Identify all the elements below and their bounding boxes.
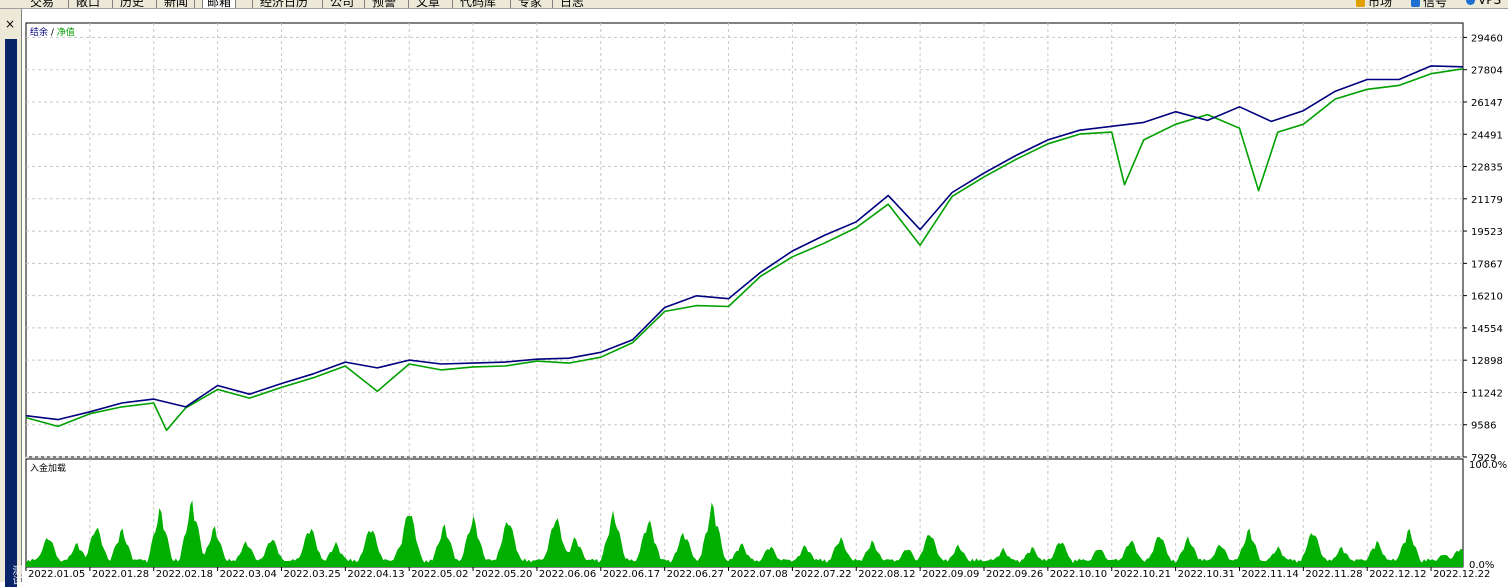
x-tick-label: 2022.05.02 (411, 569, 468, 580)
bag-icon (1356, 0, 1365, 7)
x-tick-label: 2022.05.20 (475, 569, 532, 580)
y-tick-label: 9586 (1471, 421, 1496, 432)
tab-separator (322, 0, 323, 8)
side-panel-label: 测试 (10, 565, 21, 585)
tester-panel-handle[interactable]: 测试 (5, 39, 21, 587)
chart-area: 29460 27804 26147 24491 22835 21179 19523 17867… (22, 20, 1508, 586)
x-tick-label: 2022.03.25 (283, 569, 340, 580)
signal-icon (1411, 0, 1420, 7)
y-tick-label: 14554 (1471, 324, 1503, 335)
tab-2[interactable]: 历史 (120, 0, 144, 8)
x-tick-label: 2022.06.06 (539, 569, 596, 580)
tab-separator (452, 0, 453, 8)
sub-chart-title: 入金加载 (30, 462, 66, 474)
chart-legend: 结余 / 净值 (30, 26, 75, 38)
tab-10[interactable]: 专家 (518, 0, 542, 8)
legend-item-balance: 结余 (30, 26, 48, 38)
x-tick-label: 2022.03.04 (220, 569, 277, 580)
tab-6[interactable]: 公司 (330, 0, 354, 8)
x-tick-label: 2022.12.12 (1369, 569, 1426, 580)
terminal-tab-bar: 交易 敞口 历史 新闻 邮箱 经济日历 公司 预警 文章 代码库 专家 日志 市场 信号 VPS (0, 0, 1508, 9)
x-tick-label: 2022.04.13 (347, 569, 404, 580)
legend-item-equity: 净值 (57, 26, 75, 38)
toolbar-cloud-button[interactable]: VPS (1466, 0, 1501, 7)
tab-separator (112, 0, 113, 8)
y-tick-label: 16210 (1471, 292, 1503, 303)
tab-0[interactable]: 交易 (30, 0, 54, 8)
tab-separator (552, 0, 553, 8)
tab-separator (194, 0, 195, 8)
y-tick-label: 26147 (1471, 98, 1503, 109)
toolbar-item-label: VPS (1478, 0, 1502, 7)
x-tick-label: 2022.06.27 (667, 569, 724, 580)
legend-separator: / (48, 28, 57, 38)
tab-8[interactable]: 文章 (416, 0, 440, 8)
y-tick-label: 12898 (1471, 356, 1503, 367)
tab-5[interactable]: 经济日历 (260, 0, 308, 8)
side-panel: × 测试 (0, 9, 22, 587)
sub-y-tick-label: 0.0% (1469, 560, 1494, 571)
tab-3[interactable]: 新闻 (164, 0, 188, 8)
toolbar-item-label: 信号 (1423, 0, 1448, 9)
y-tick-label: 11242 (1471, 388, 1503, 399)
x-tick-label: 2022.10.10 (1050, 569, 1107, 580)
tab-separator (510, 0, 511, 8)
x-tick-label: 2022.10.21 (1114, 569, 1171, 580)
tab-9[interactable]: 代码库 (460, 0, 496, 8)
tab-7[interactable]: 预警 (372, 0, 396, 8)
y-tick-label: 27804 (1471, 66, 1503, 77)
tab-separator (408, 0, 409, 8)
toolbar-item-label: 市场 (1368, 0, 1393, 9)
y-tick-label: 24491 (1471, 130, 1503, 141)
x-tick-label: 2022.09.26 (986, 569, 1043, 580)
toolbar-bag-button[interactable]: 市场 (1356, 0, 1393, 9)
y-tick-label: 17867 (1471, 259, 1503, 270)
x-tick-label: 2022.02.18 (156, 569, 213, 580)
y-tick-label: 21179 (1471, 195, 1503, 206)
x-tick-label: 2022.10.31 (1178, 569, 1235, 580)
chart-svg: 29460 27804 26147 24491 22835 21179 19523 17867… (25, 22, 1507, 580)
y-tick-label: 29460 (1471, 33, 1503, 44)
tab-1[interactable]: 敞口 (76, 0, 100, 8)
x-tick-label: 2022.08.12 (858, 569, 915, 580)
x-tick-label: 2022.07.22 (794, 569, 851, 580)
tab-11[interactable]: 日志 (560, 0, 584, 8)
x-tick-label: 2022.01.28 (92, 569, 149, 580)
x-tick-label: 2022.09.09 (922, 569, 979, 580)
tab-separator (156, 0, 157, 8)
close-icon[interactable]: × (5, 18, 15, 30)
y-tick-label: 19523 (1471, 227, 1503, 238)
x-tick-label: 2022.01.05 (28, 569, 85, 580)
sub-y-tick-label: 100.0% (1469, 460, 1507, 471)
y-tick-label: 22835 (1471, 163, 1503, 174)
tab-separator (364, 0, 365, 8)
x-tick-label: 2022.11.14 (1241, 569, 1298, 580)
x-tick-label: 2022.07.08 (731, 569, 788, 580)
tab-4[interactable]: 邮箱 (202, 0, 237, 8)
x-tick-label: 2022.11.28 (1305, 569, 1362, 580)
toolbar-signal-button[interactable]: 信号 (1411, 0, 1448, 9)
cloud-icon (1466, 0, 1475, 5)
x-tick-label: 2022.06.17 (603, 569, 660, 580)
tab-separator (68, 0, 69, 8)
tab-separator (252, 0, 253, 8)
